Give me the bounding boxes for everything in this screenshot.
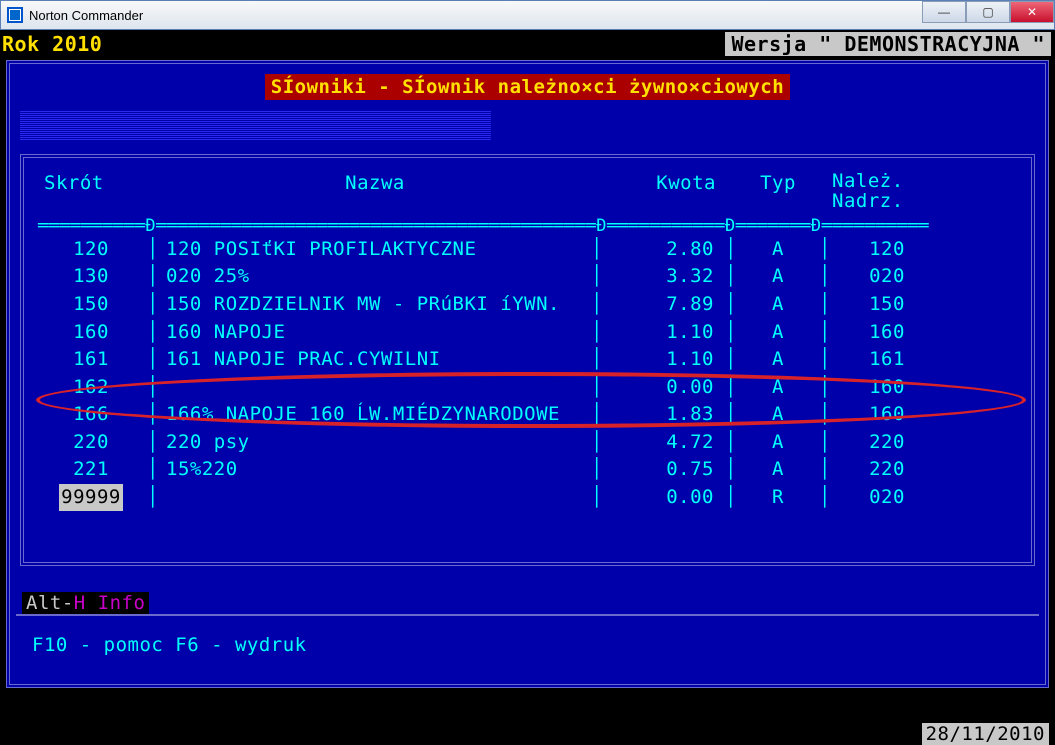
header-right: Wersja " DEMONSTRACYJNA " [725, 32, 1051, 56]
col-header-skrot: Skrót [36, 172, 146, 212]
cell-nadrz: 160 [832, 319, 942, 347]
cell-nadrz: 120 [832, 236, 942, 264]
close-button[interactable]: ✕ [1010, 1, 1054, 23]
cell-kwota: 7.89 [604, 291, 724, 319]
cell-kwota: 3.32 [604, 263, 724, 291]
cell-nadrz: 220 [832, 429, 942, 457]
cell-nadrz: 160 [832, 374, 942, 402]
maximize-button[interactable]: ▢ [966, 1, 1010, 23]
cell-kwota: 2.80 [604, 236, 724, 264]
col-header-nadrz: Należ. Nadrz. [832, 172, 942, 212]
cell-typ: R [738, 484, 818, 512]
cell-skrot: 99999 [36, 484, 146, 512]
window-titlebar: Norton Commander — ▢ ✕ [0, 0, 1055, 30]
table-row[interactable]: 166│166% NAPOJE 160 ĹW.MIÉDZYNARODOWE│1.… [36, 401, 1019, 429]
cell-kwota: 1.83 [604, 401, 724, 429]
header-separator: ══════════Đ═════════════════════════════… [36, 216, 1019, 236]
table-row[interactable]: 220│220 psy│4.72│A│220 [36, 429, 1019, 457]
cell-skrot: 221 [36, 456, 146, 484]
app-icon [7, 7, 23, 23]
cell-skrot: 130 [36, 263, 146, 291]
title-banner: SÍowniki - SÍownik należno×ci żywno×ciow… [265, 74, 790, 100]
table-row[interactable]: 130│020 25%│3.32│A│020 [36, 263, 1019, 291]
footer-text: F10 - pomoc F6 - wydruk [32, 634, 307, 656]
cell-typ: A [738, 346, 818, 374]
cell-nazwa: 220 psy [160, 429, 590, 457]
cell-kwota: 0.75 [604, 456, 724, 484]
date-stamp: 28/11/2010 [922, 723, 1049, 745]
table-row[interactable]: 160│160 NAPOJE│1.10│A│160 [36, 319, 1019, 347]
cell-typ: A [738, 401, 818, 429]
table-row[interactable]: 221│15%220│0.75│A│220 [36, 456, 1019, 484]
cell-nazwa: 160 NAPOJE [160, 319, 590, 347]
cell-typ: A [738, 291, 818, 319]
cell-typ: A [738, 429, 818, 457]
table-frame: Skrót Nazwa Kwota Typ Należ. Nadrz. ════… [20, 154, 1035, 566]
console-area: Rok 2010 Wersja " DEMONSTRACYJNA " SÍown… [0, 30, 1055, 745]
col-header-kwota: Kwota [604, 172, 724, 212]
input-field-shaded[interactable] [20, 110, 491, 140]
cell-nazwa: 161 NAPOJE PRAC.CYWILNI [160, 346, 590, 374]
cell-nadrz: 220 [832, 456, 942, 484]
cell-skrot: 161 [36, 346, 146, 374]
console-header: Rok 2010 Wersja " DEMONSTRACYJNA " [0, 30, 1055, 58]
cell-typ: A [738, 263, 818, 291]
cell-skrot: 220 [36, 429, 146, 457]
cell-kwota: 0.00 [604, 374, 724, 402]
cell-nazwa: 120 POSIťKI PROFILAKTYCZNE [160, 236, 590, 264]
col-header-typ: Typ [738, 172, 818, 212]
table-header-row: Skrót Nazwa Kwota Typ Należ. Nadrz. [36, 166, 1019, 216]
cell-skrot: 160 [36, 319, 146, 347]
window-title: Norton Commander [29, 8, 143, 23]
table-row[interactable]: 99999││0.00│R│020 [36, 484, 1019, 512]
cell-typ: A [738, 236, 818, 264]
cell-nadrz: 160 [832, 401, 942, 429]
cell-skrot: 162 [36, 374, 146, 402]
table-row[interactable]: 161│161 NAPOJE PRAC.CYWILNI│1.10│A│161 [36, 346, 1019, 374]
cell-nazwa [160, 374, 590, 402]
header-left: Rok 2010 [2, 32, 102, 56]
cell-nazwa: 020 25% [160, 263, 590, 291]
cell-typ: A [738, 456, 818, 484]
outer-frame: SÍowniki - SÍownik należno×ci żywno×ciow… [6, 60, 1049, 688]
cell-kwota: 1.10 [604, 319, 724, 347]
table-body: 120│120 POSIťKI PROFILAKTYCZNE│2.80│A│12… [36, 236, 1019, 511]
cell-skrot: 120 [36, 236, 146, 264]
col-header-nazwa: Nazwa [160, 172, 590, 212]
cell-nadrz: 020 [832, 263, 942, 291]
cell-kwota: 1.10 [604, 346, 724, 374]
cell-nazwa: 15%220 [160, 456, 590, 484]
cell-nadrz: 150 [832, 291, 942, 319]
table-row[interactable]: 162││0.00│A│160 [36, 374, 1019, 402]
table-row[interactable]: 150│150 ROZDZIELNIK MW - PRúBKI íYWN.│7.… [36, 291, 1019, 319]
cell-typ: A [738, 374, 818, 402]
cell-skrot: 166 [36, 401, 146, 429]
alt-info-hint: Alt-H Info [22, 592, 149, 614]
minimize-button[interactable]: — [922, 1, 966, 23]
cell-typ: A [738, 319, 818, 347]
cell-nadrz: 161 [832, 346, 942, 374]
cell-kwota: 0.00 [604, 484, 724, 512]
cell-skrot: 150 [36, 291, 146, 319]
cell-nazwa: 150 ROZDZIELNIK MW - PRúBKI íYWN. [160, 291, 590, 319]
cell-kwota: 4.72 [604, 429, 724, 457]
table-row[interactable]: 120│120 POSIťKI PROFILAKTYCZNE│2.80│A│12… [36, 236, 1019, 264]
cell-nazwa: 166% NAPOJE 160 ĹW.MIÉDZYNARODOWE [160, 401, 590, 429]
cell-nazwa [160, 484, 590, 512]
selected-skrot: 99999 [59, 484, 123, 512]
cell-nadrz: 020 [832, 484, 942, 512]
footer-help: F10 - pomoc F6 - wydruk [16, 614, 1039, 680]
